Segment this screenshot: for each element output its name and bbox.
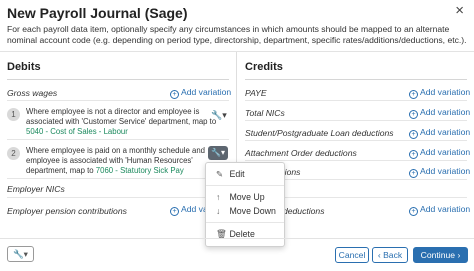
chevron-left-icon: ‹ — [377, 250, 381, 260]
plus-circle-icon: + — [409, 110, 418, 119]
add-variation-deductions[interactable]: + Add variation — [409, 166, 470, 178]
plus-circle-icon: + — [170, 90, 179, 99]
header-divider — [0, 51, 474, 52]
add-variation-pension-deductions[interactable]: + Add variation — [409, 204, 470, 216]
credit-row-student-loan: Student/Postgraduate Loan deductions — [245, 128, 394, 138]
footer-divider — [0, 238, 474, 239]
rule-1-text: Where employee is not a director and emp… — [26, 107, 217, 137]
menu-item-move-up[interactable]: ↑ Move Up — [216, 192, 265, 202]
row-divider — [245, 120, 467, 121]
menu-item-edit[interactable]: ✎ Edit — [216, 169, 245, 180]
row-divider — [245, 160, 467, 161]
credit-row-paye: PAYE — [245, 88, 267, 98]
cancel-button[interactable]: Cancel — [335, 247, 369, 263]
rule-number-badge: 1 — [7, 108, 20, 121]
menu-item-move-down[interactable]: ↓ Move Down — [216, 206, 276, 216]
debit-row-gross-wages: Gross wages — [7, 88, 58, 98]
credits-heading-underline — [245, 79, 467, 80]
row-divider — [245, 100, 467, 101]
back-button[interactable]: ‹ Back — [372, 247, 408, 263]
rule-number-badge: 2 — [7, 147, 20, 160]
debit-row-employer-nics: Employer NICs — [7, 184, 65, 194]
plus-circle-icon: + — [409, 90, 418, 99]
wrench-icon: 🔧▾ — [12, 249, 28, 259]
debits-heading: Debits — [7, 61, 41, 73]
chevron-right-icon: › — [457, 250, 461, 260]
wrench-menu-button[interactable]: 🔧▾ — [208, 146, 228, 160]
plus-circle-icon: + — [409, 130, 418, 139]
dialog-header: New Payroll Journal (Sage) × For each pa… — [0, 0, 474, 52]
rule-1-account-link[interactable]: 5040 - Cost of Sales - Labour — [26, 127, 216, 137]
plus-circle-icon: + — [170, 207, 179, 216]
arrow-down-icon: ↓ — [216, 206, 221, 216]
debit-row-employer-pension: Employer pension contributions — [7, 206, 127, 216]
rule-2-account-link[interactable]: 7060 - Statutory Sick Pay — [96, 166, 184, 175]
continue-button[interactable]: Continue › — [413, 247, 468, 263]
pencil-icon: ✎ — [216, 169, 224, 179]
debits-heading-underline — [7, 79, 229, 80]
wrench-icon: 🔧▾ — [211, 148, 225, 157]
wrench-icon[interactable]: 🔧▾ — [211, 110, 227, 121]
dialog-description: For each payroll data item, optionally s… — [7, 24, 467, 46]
credit-row-total-nics: Total NICs — [245, 108, 285, 118]
close-icon[interactable]: × — [455, 3, 464, 18]
credits-heading: Credits — [245, 61, 283, 73]
dialog-title: New Payroll Journal (Sage) — [7, 5, 188, 21]
row-divider — [7, 100, 229, 101]
menu-divider — [206, 185, 284, 186]
menu-divider — [206, 222, 284, 223]
credit-row-attachment-order: Attachment Order deductions — [245, 148, 357, 158]
plus-circle-icon: + — [409, 207, 418, 216]
add-variation-attachment-order[interactable]: + Add variation — [409, 147, 470, 159]
row-divider — [7, 139, 229, 140]
add-variation-total-nics[interactable]: + Add variation — [409, 107, 470, 119]
rule-2-text: Where employee is paid on a monthly sche… — [26, 146, 206, 175]
rule-context-menu: ✎ Edit ↑ Move Up ↓ Move Down 🗑 Delete — [205, 162, 285, 247]
tools-button[interactable]: 🔧▾ — [7, 246, 34, 262]
add-variation-paye[interactable]: + Add variation — [409, 87, 470, 99]
add-variation-student-loan[interactable]: + Add variation — [409, 127, 470, 139]
row-divider — [245, 140, 467, 141]
plus-circle-icon: + — [409, 169, 418, 178]
add-variation-gross-wages[interactable]: + Add variation — [170, 87, 231, 99]
plus-circle-icon: + — [409, 150, 418, 159]
row-divider — [7, 178, 229, 179]
arrow-up-icon: ↑ — [216, 192, 221, 202]
row-divider — [7, 197, 229, 198]
